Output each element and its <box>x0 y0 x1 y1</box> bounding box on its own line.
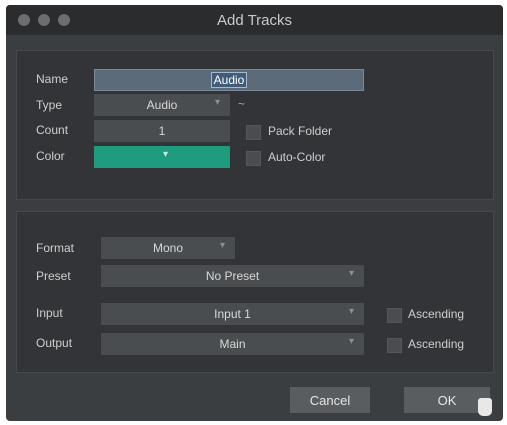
hand-pointer-icon <box>478 398 492 416</box>
format-select-value: Mono <box>152 241 184 255</box>
preset-select-value: No Preset <box>205 269 260 283</box>
output-label: Output <box>36 336 73 350</box>
preset-label: Preset <box>36 269 71 283</box>
chevron-down-icon: ▾ <box>348 336 354 347</box>
chevron-down-icon: ▾ <box>214 97 220 108</box>
chevron-down-icon: ▾ <box>348 306 354 317</box>
type-select-value: Audio <box>146 98 178 112</box>
auto-color-checkbox[interactable] <box>246 151 261 166</box>
chevron-down-icon: ▾ <box>348 268 354 279</box>
count-label: Count <box>36 123 69 137</box>
monitor-wave-icon[interactable]: ~ <box>238 97 245 111</box>
input-select-value: Input 1 <box>214 307 251 321</box>
input-label: Input <box>36 306 63 320</box>
type-select[interactable]: Audio ▾ <box>94 94 230 116</box>
chevron-down-icon: ▾ <box>219 240 225 251</box>
cancel-button[interactable]: Cancel <box>290 387 370 413</box>
input-ascending-checkbox[interactable] <box>387 308 402 323</box>
count-input[interactable]: 1 <box>94 120 230 142</box>
input-ascending-label: Ascending <box>408 307 465 321</box>
count-input-value: 1 <box>158 124 166 138</box>
format-select[interactable]: Mono ▾ <box>101 237 235 259</box>
type-label: Type <box>36 98 63 112</box>
name-input[interactable]: Audio <box>94 69 364 91</box>
add-tracks-dialog: Add Tracks Name Audio Type Audio ▾ ~ Cou… <box>6 5 503 421</box>
output-select-value: Main <box>219 337 246 351</box>
window-title: Add Tracks <box>216 12 293 29</box>
name-label: Name <box>36 72 69 86</box>
preset-select[interactable]: No Preset ▾ <box>101 265 364 287</box>
pack-folder-checkbox[interactable] <box>246 125 261 140</box>
format-label: Format <box>36 241 75 255</box>
pack-folder-label: Pack Folder <box>268 124 333 138</box>
output-ascending-label: Ascending <box>408 337 465 351</box>
chevron-down-icon: ▾ <box>162 149 168 160</box>
titlebar: Add Tracks <box>6 5 503 35</box>
input-select[interactable]: Input 1 ▾ <box>101 303 364 325</box>
color-swatch-select[interactable]: ▾ <box>94 146 230 168</box>
output-select[interactable]: Main ▾ <box>101 333 364 355</box>
auto-color-label: Auto-Color <box>268 150 326 164</box>
color-label: Color <box>36 149 65 163</box>
output-ascending-checkbox[interactable] <box>387 338 402 353</box>
name-input-value: Audio <box>210 72 248 88</box>
